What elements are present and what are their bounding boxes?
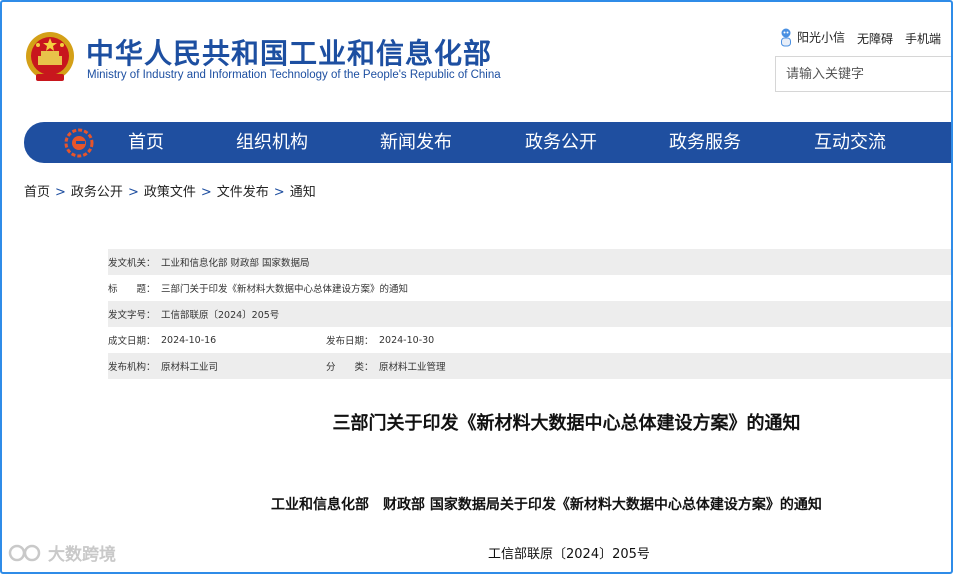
breadcrumb-separator: > (273, 185, 285, 200)
title-value: 三部门关于印发《新材料大数据中心总体建设方案》的通知 (161, 284, 409, 295)
meta-row-issuer: 发文机关： 工业和信息化部 财政部 国家数据局 (108, 249, 953, 275)
published-date-cell: 发布日期： 2024-10-30 (326, 333, 435, 348)
breadcrumb-separator: > (127, 185, 139, 200)
category-cell: 分 类： 原材料工业管理 (326, 359, 446, 373)
accessibility-link[interactable]: 无障碍 (857, 30, 893, 47)
robot-assistant-icon (780, 28, 791, 47)
breadcrumb-gov-affairs-open[interactable]: 政务公开 (71, 185, 123, 200)
top-links: 阳光小信 无障碍 手机端 (779, 28, 941, 48)
document-metadata-table: 发文机关： 工业和信息化部 财政部 国家数据局 标 题： 三部门关于印发《新材料… (108, 249, 953, 379)
nav-item-interaction[interactable]: 互动交流 (814, 122, 886, 163)
breadcrumb-document-release[interactable]: 文件发布 (217, 185, 269, 200)
nav-item-gov-affairs-open[interactable]: 政务公开 (525, 122, 597, 163)
meta-row-org-category: 发布机构： 原材料工业司 分 类： 原材料工业管理 (108, 353, 953, 379)
search-input[interactable] (776, 57, 953, 91)
breadcrumb-notice[interactable]: 通知 (290, 185, 316, 200)
created-date-label: 成文日期： (108, 336, 156, 347)
published-date-label: 发布日期： (326, 336, 374, 347)
nav-item-news[interactable]: 新闻发布 (380, 122, 452, 163)
nav-item-organization[interactable]: 组织机构 (236, 122, 308, 163)
breadcrumb: 首页 > 政务公开 > 政策文件 > 文件发布 > 通知 (24, 181, 316, 200)
doc-number-label: 发文字号： (108, 310, 156, 321)
watermark-text: 大数跨境 (48, 545, 116, 565)
watermark: 大数跨境 (8, 540, 116, 565)
org-value: 原材料工业司 (161, 362, 219, 373)
sunshine-xiaoxin-link[interactable]: 阳光小信 (779, 28, 845, 48)
site-title-chinese: 中华人民共和国工业和信息化部 (86, 37, 493, 70)
issuer-value: 工业和信息化部 财政部 国家数据局 (161, 258, 310, 269)
miit-logo-icon (64, 128, 94, 158)
meta-row-dates: 成文日期： 2024-10-16 发布日期： 2024-10-30 (108, 327, 953, 353)
breadcrumb-separator: > (200, 185, 212, 200)
article-title: 三部门关于印发《新材料大数据中心总体建设方案》的通知 (332, 413, 801, 434)
breadcrumb-separator: > (55, 185, 66, 200)
issuer-label: 发文机关： (108, 258, 156, 269)
created-date-cell: 成文日期： 2024-10-16 (108, 333, 326, 348)
category-value: 原材料工业管理 (379, 362, 446, 373)
category-label: 分 类： (326, 362, 374, 373)
watermark-logo-icon (8, 544, 41, 561)
nav-item-gov-services[interactable]: 政务服务 (669, 122, 741, 163)
main-nav: 首页 组织机构 新闻发布 政务公开 政务服务 互动交流 (24, 122, 953, 163)
meta-row-doc-number: 发文字号： 工信部联原〔2024〕205号 (108, 301, 953, 327)
site-title-english: Ministry of Industry and Information Tec… (87, 69, 501, 81)
breadcrumb-policy-documents[interactable]: 政策文件 (144, 185, 196, 200)
article-subtitle: 工业和信息化部 财政部 国家数据局关于印发《新材料大数据中心总体建设方案》的通知 (271, 497, 822, 513)
org-label: 发布机构： (108, 362, 156, 373)
mobile-link[interactable]: 手机端 (905, 30, 941, 47)
doc-number-value: 工信部联原〔2024〕205号 (161, 310, 280, 321)
published-date-value: 2024-10-30 (379, 334, 435, 346)
nav-item-home[interactable]: 首页 (128, 122, 164, 163)
created-date-value: 2024-10-16 (161, 334, 217, 346)
article-doc-number: 工信部联原〔2024〕205号 (488, 547, 650, 562)
sunshine-xiaoxin-label: 阳光小信 (796, 30, 845, 45)
search-box (775, 56, 953, 92)
meta-row-title: 标 题： 三部门关于印发《新材料大数据中心总体建设方案》的通知 (108, 275, 953, 301)
national-emblem-icon (26, 32, 74, 81)
title-label: 标 题： (108, 284, 156, 295)
breadcrumb-home[interactable]: 首页 (24, 185, 50, 200)
org-cell: 发布机构： 原材料工业司 (108, 359, 326, 373)
